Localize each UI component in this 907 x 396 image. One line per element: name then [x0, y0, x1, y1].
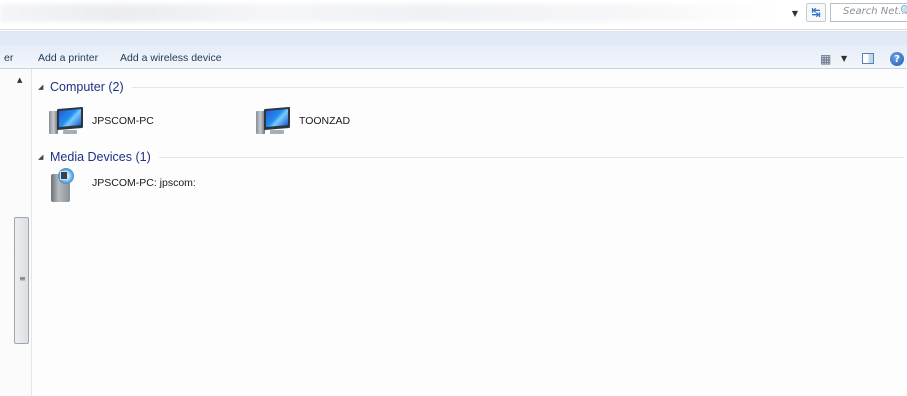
- address-breadcrumb[interactable]: [0, 4, 780, 22]
- command-bar: er Add a printer Add a wireless device: [0, 31, 907, 69]
- device-item-computer[interactable]: JPSCOM-PC: [48, 103, 154, 139]
- scrollbar-grip-icon: ≡: [19, 274, 26, 283]
- device-label: JPSCOM-PC: jpscom:: [92, 177, 196, 189]
- collapse-caret-icon[interactable]: ◢: [38, 83, 50, 91]
- device-item-media[interactable]: JPSCOM-PC: jpscom:: [48, 168, 196, 204]
- device-label: TOONZAD: [299, 115, 351, 127]
- collapse-caret-icon[interactable]: ◢: [38, 153, 50, 161]
- search-input[interactable]: Search Net...: [830, 3, 907, 22]
- device-item-computer[interactable]: TOONZAD: [255, 103, 350, 139]
- group-title: Computer (2): [50, 80, 124, 94]
- group-header-media-devices[interactable]: ◢ Media Devices (1): [38, 149, 904, 165]
- address-dropdown-icon[interactable]: ▼: [788, 5, 802, 21]
- computer-icon: [255, 106, 291, 136]
- preview-pane-icon[interactable]: [862, 53, 874, 64]
- search-icon[interactable]: 🔍: [900, 6, 907, 17]
- group-divider: [158, 156, 904, 158]
- refresh-button[interactable]: ↹: [806, 3, 826, 22]
- group-divider: [131, 86, 904, 88]
- command-partial-left[interactable]: er: [4, 52, 13, 64]
- media-device-icon: [48, 168, 84, 204]
- add-wireless-device-button[interactable]: Add a wireless device: [120, 52, 222, 64]
- change-view-icon[interactable]: ▦: [820, 52, 831, 66]
- change-view-dropdown-icon[interactable]: ▼: [841, 54, 847, 63]
- group-title: Media Devices (1): [50, 150, 151, 164]
- help-icon[interactable]: ?: [890, 52, 904, 66]
- scroll-up-arrow-icon[interactable]: ▲: [17, 76, 22, 84]
- address-bar: ▼ ↹ Search Net... 🔍: [0, 0, 907, 30]
- device-label: JPSCOM-PC: [92, 115, 154, 127]
- add-printer-button[interactable]: Add a printer: [38, 52, 98, 64]
- computer-icon: [48, 106, 84, 136]
- command-bar-band: [0, 32, 907, 45]
- group-header-computer[interactable]: ◢ Computer (2): [38, 79, 904, 95]
